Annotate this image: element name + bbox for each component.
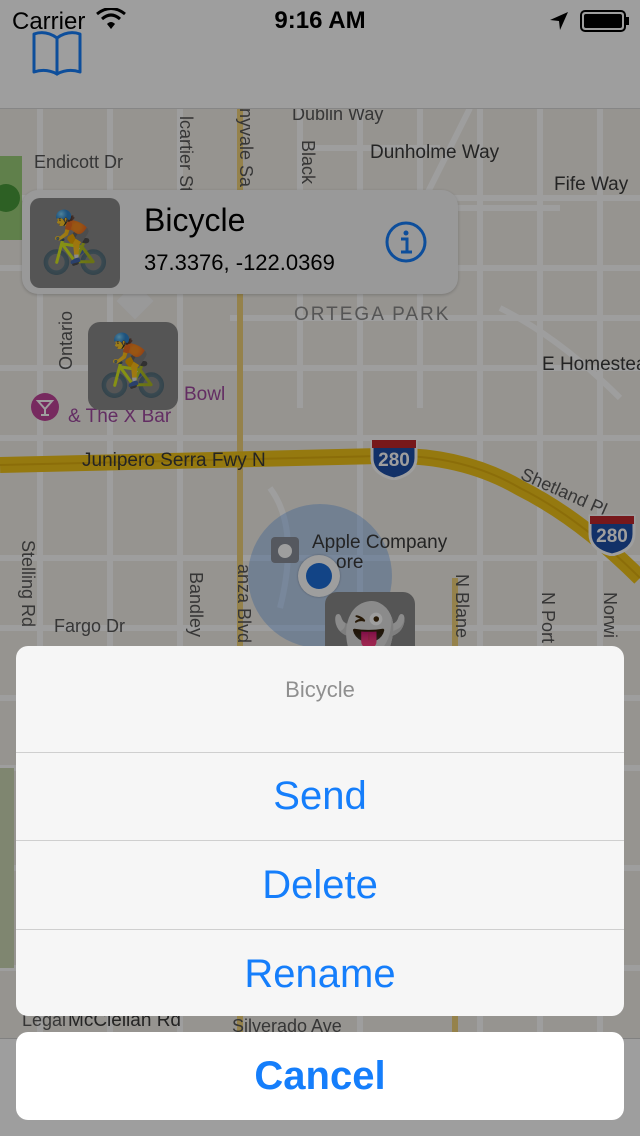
cancel-button[interactable]: Cancel <box>16 1032 624 1120</box>
delete-button[interactable]: Delete <box>16 841 624 930</box>
send-button[interactable]: Send <box>16 752 624 841</box>
screen: Carrier 9:16 AM Dublin Way Endicott Dr D… <box>0 0 640 1136</box>
rename-button[interactable]: Rename <box>16 930 624 1016</box>
action-sheet-title: Bicycle <box>16 646 624 753</box>
action-sheet: Bicycle Send Delete Rename <box>16 646 624 1016</box>
